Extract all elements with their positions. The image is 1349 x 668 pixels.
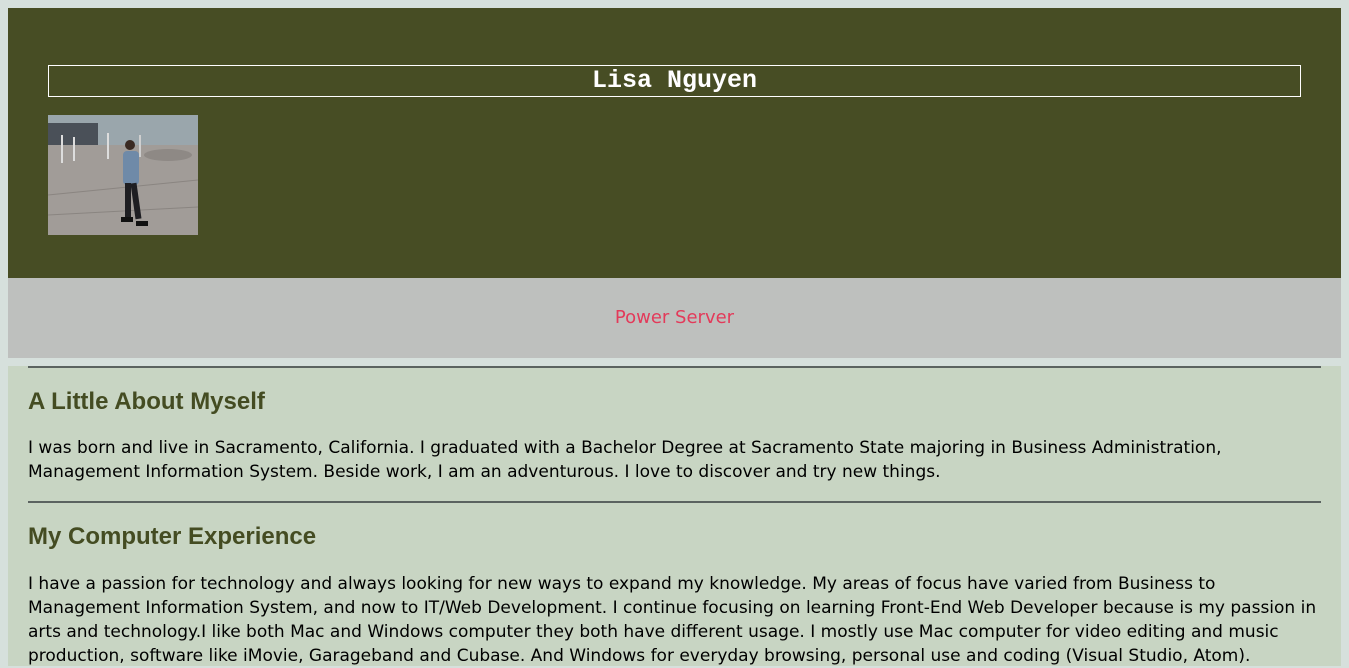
nav-bar: Power Server [8, 278, 1341, 358]
section-heading-about: A Little About Myself [28, 388, 265, 415]
profile-photo-image [48, 115, 198, 235]
section-divider [28, 366, 1321, 368]
profile-photo [48, 115, 198, 235]
nav-link-power-server[interactable]: Power Server [615, 307, 734, 328]
section-heading-experience: My Computer Experience [28, 523, 317, 550]
page-header: Lisa Nguyen [8, 8, 1341, 278]
section-divider [28, 501, 1321, 503]
main-content: A Little About Myself I was born and liv… [8, 366, 1341, 666]
page-title: Lisa Nguyen [48, 65, 1301, 97]
section-body-about: I was born and live in Sacramento, Calif… [28, 438, 1222, 482]
